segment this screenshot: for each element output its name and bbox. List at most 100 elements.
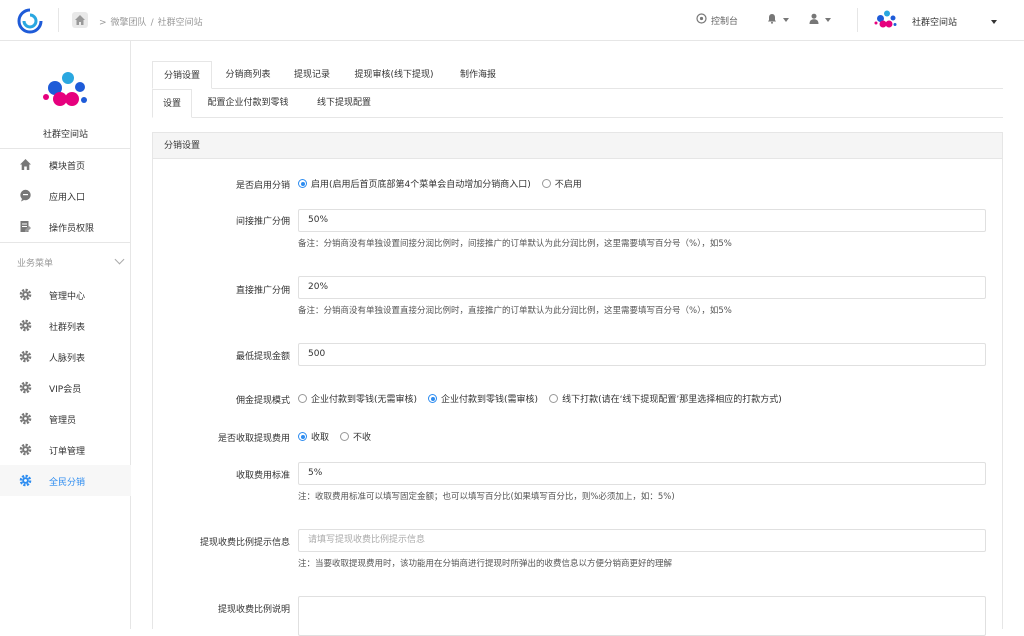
breadcrumb-account[interactable]: 社群空间站 (158, 18, 203, 28)
radio-enable-off[interactable] (541, 179, 551, 188)
tab-distributor-list[interactable]: 分销商列表 (214, 61, 282, 89)
divider (58, 8, 59, 32)
sidebar-item-contacts-list[interactable]: 人脉列表 (0, 341, 131, 372)
min-withdraw-input[interactable]: 500 (298, 343, 986, 366)
sidebar-item-management-center[interactable]: 管理中心 (0, 279, 131, 310)
sidebar-item-app-entry[interactable]: 应用入口 (0, 180, 131, 211)
main-tabs: 分销设置 分销商列表 提现记录 提现审核(线下提现) 制作海报 (152, 61, 1003, 89)
radio-fee-off[interactable] (340, 432, 350, 441)
sidebar-item-vip[interactable]: VIP会员 (0, 372, 131, 403)
field-note: 备注：分销商没有单独设置直接分润比例时，直接推广的订单默认为此分润比例，这里需要… (298, 306, 732, 316)
fee-tip-input[interactable]: 请填写提现收费比例提示信息 (298, 529, 986, 552)
app-logo-icon[interactable] (16, 8, 44, 34)
console-icon (696, 13, 707, 27)
tab-withdraw-records[interactable]: 提现记录 (284, 61, 340, 89)
field-note: 注：收取费用标准可以填写固定金额；也可以填写百分比(如果填写百分比，则%必须加上… (298, 492, 675, 502)
radio-label[interactable]: 线下打款(请在‘线下提现配置’那里选择相应的打款方式) (562, 392, 782, 405)
field-label: 间接推广分佣 (235, 217, 290, 227)
radio-label[interactable]: 企业付款到零钱(需审核) (441, 392, 538, 405)
sub-tabs: 设置 配置企业付款到零钱 线下提现配置 (152, 89, 1003, 118)
chat-icon (19, 189, 32, 202)
tab-settings[interactable]: 设置 (152, 89, 192, 118)
breadcrumb-separator: / (150, 18, 154, 28)
tab-make-poster[interactable]: 制作海报 (448, 61, 508, 89)
sidebar: 社群空间站 模块首页 应用入口 操作员权限 业务菜单 管理中心 社群列表 人脉列… (0, 41, 131, 629)
gear-icon (19, 350, 32, 363)
field-label: 佣金提现模式 (235, 396, 290, 406)
chevron-right-icon: > (99, 18, 107, 28)
gear-icon (19, 412, 32, 425)
tab-offline-withdraw-config[interactable]: 线下提现配置 (304, 89, 384, 118)
caret-down-icon (825, 18, 831, 22)
panel-title: 分销设置 (153, 133, 1002, 159)
radio-label[interactable]: 不收 (353, 430, 371, 443)
sidebar-item-community-list[interactable]: 社群列表 (0, 310, 131, 341)
console-button[interactable]: 控制台 (696, 13, 738, 27)
sidebar-item-label: 管理员 (49, 416, 77, 426)
direct-commission-input[interactable]: 20% (298, 276, 986, 299)
enable-radio-group: 启用(启用后首页底部第4个菜单会自动增加分销商入口) 不启用 (298, 177, 582, 190)
gear-icon (19, 288, 32, 301)
gear-icon (19, 474, 32, 487)
sidebar-section-title: 业务菜单 (17, 259, 54, 269)
radio-label[interactable]: 启用(启用后首页底部第4个菜单会自动增加分销商入口) (311, 177, 531, 190)
site-name: 社群空间站 (42, 130, 88, 140)
caret-down-icon (783, 18, 789, 22)
fee-radio-group: 收取 不收 (298, 430, 371, 443)
console-label: 控制台 (711, 16, 739, 27)
doc-edit-icon (19, 220, 32, 233)
main-content: 分销设置 分销商列表 提现记录 提现审核(线下提现) 制作海报 设置 配置企业付… (131, 41, 1024, 636)
field-note: 备注：分销商没有单独设置间接分润比例时，间接推广的订单默认为此分润比例，这里需要… (298, 239, 732, 249)
divider (0, 242, 131, 243)
indirect-commission-input[interactable]: 50% (298, 209, 986, 232)
divider (857, 8, 858, 32)
sidebar-item-module-home[interactable]: 模块首页 (0, 149, 131, 180)
field-note: 注：当要收取提现费用时，该功能用在分销商进行提现时所弹出的收费信息以方便分销商更… (298, 559, 673, 569)
field-label: 收取费用标准 (235, 471, 290, 481)
breadcrumb-team[interactable]: 微擎团队 (111, 18, 147, 28)
field-label: 是否收取提现费用 (217, 434, 290, 444)
sidebar-item-label: 全民分销 (49, 478, 86, 488)
sidebar-item-orders[interactable]: 订单管理 (0, 434, 131, 465)
radio-mode-review[interactable] (428, 394, 438, 403)
field-label: 提现收费比例说明 (217, 605, 290, 615)
tab-distribution-settings[interactable]: 分销设置 (152, 61, 212, 89)
gear-icon (19, 381, 32, 394)
field-label: 最低提现金额 (235, 352, 290, 362)
field-label: 直接推广分佣 (235, 286, 290, 296)
radio-mode-offline[interactable] (549, 394, 559, 403)
radio-label[interactable]: 企业付款到零钱(无需审核) (311, 392, 417, 405)
sidebar-item-operator-permissions[interactable]: 操作员权限 (0, 211, 131, 242)
sidebar-item-label: 管理中心 (49, 292, 86, 302)
account-switcher[interactable]: 社群空间站 (872, 9, 998, 34)
site-logo-icon (38, 69, 94, 113)
sidebar-item-label: 人脉列表 (49, 354, 86, 364)
radio-label[interactable]: 不启用 (555, 177, 582, 190)
sidebar-item-label: 操作员权限 (49, 224, 95, 234)
gear-icon (19, 443, 32, 456)
fee-standard-input[interactable]: 5% (298, 462, 986, 485)
radio-mode-auto[interactable] (298, 394, 307, 403)
sidebar-item-label: 社群列表 (49, 323, 86, 333)
breadcrumb: > 微擎团队 / 社群空间站 (95, 15, 203, 28)
field-label: 提现收费比例提示信息 (199, 538, 290, 548)
caret-down-icon (991, 19, 998, 24)
sidebar-item-label: 应用入口 (49, 193, 86, 203)
radio-fee-on[interactable] (298, 432, 307, 441)
tab-withdraw-review[interactable]: 提现审核(线下提现) (344, 61, 444, 89)
bell-icon (767, 13, 777, 27)
account-name: 社群空间站 (912, 18, 958, 28)
tab-enterprise-payment[interactable]: 配置企业付款到零钱 (196, 89, 300, 118)
fee-description-textarea[interactable] (298, 596, 986, 636)
chevron-down-icon[interactable] (114, 254, 125, 265)
sidebar-item-admins[interactable]: 管理员 (0, 403, 131, 434)
home-icon (19, 158, 32, 171)
gear-icon (19, 319, 32, 332)
notifications-dropdown[interactable] (767, 13, 789, 27)
radio-enable-on[interactable] (298, 179, 307, 188)
user-icon (809, 13, 819, 27)
radio-label[interactable]: 收取 (311, 430, 329, 443)
sidebar-item-distribution[interactable]: 全民分销 (0, 465, 131, 496)
user-dropdown[interactable] (809, 13, 831, 27)
home-icon[interactable] (72, 12, 88, 28)
